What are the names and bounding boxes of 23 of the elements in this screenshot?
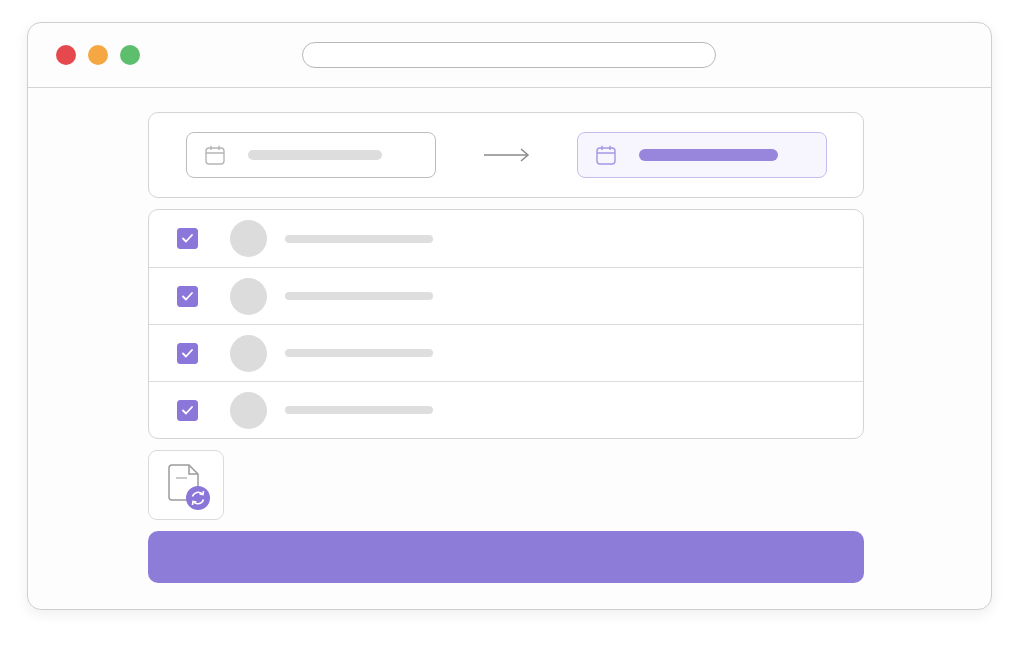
- window-dot-icon[interactable]: [56, 45, 76, 65]
- file-sync-icon: [168, 464, 210, 510]
- date-field[interactable]: [577, 132, 827, 178]
- checkbox[interactable]: [177, 228, 198, 249]
- window-dot-icon[interactable]: [120, 45, 140, 65]
- check-icon: [182, 234, 193, 243]
- calendar-icon: [205, 145, 225, 165]
- address-bar[interactable]: [302, 42, 716, 68]
- calendar-icon: [596, 145, 616, 165]
- window-dot-icon[interactable]: [88, 45, 108, 65]
- check-icon: [182, 405, 193, 415]
- avatar: [230, 277, 267, 315]
- check-icon: [182, 348, 193, 358]
- check-icon: [182, 291, 193, 301]
- checkbox[interactable]: [177, 342, 198, 364]
- date-field[interactable]: [186, 132, 436, 178]
- checkbox[interactable]: [177, 399, 198, 421]
- file-sync-button[interactable]: [148, 450, 224, 520]
- checkbox[interactable]: [177, 285, 198, 307]
- avatar: [230, 220, 267, 257]
- arrow-icon: [484, 148, 530, 162]
- avatar: [230, 334, 267, 372]
- avatar: [230, 391, 267, 429]
